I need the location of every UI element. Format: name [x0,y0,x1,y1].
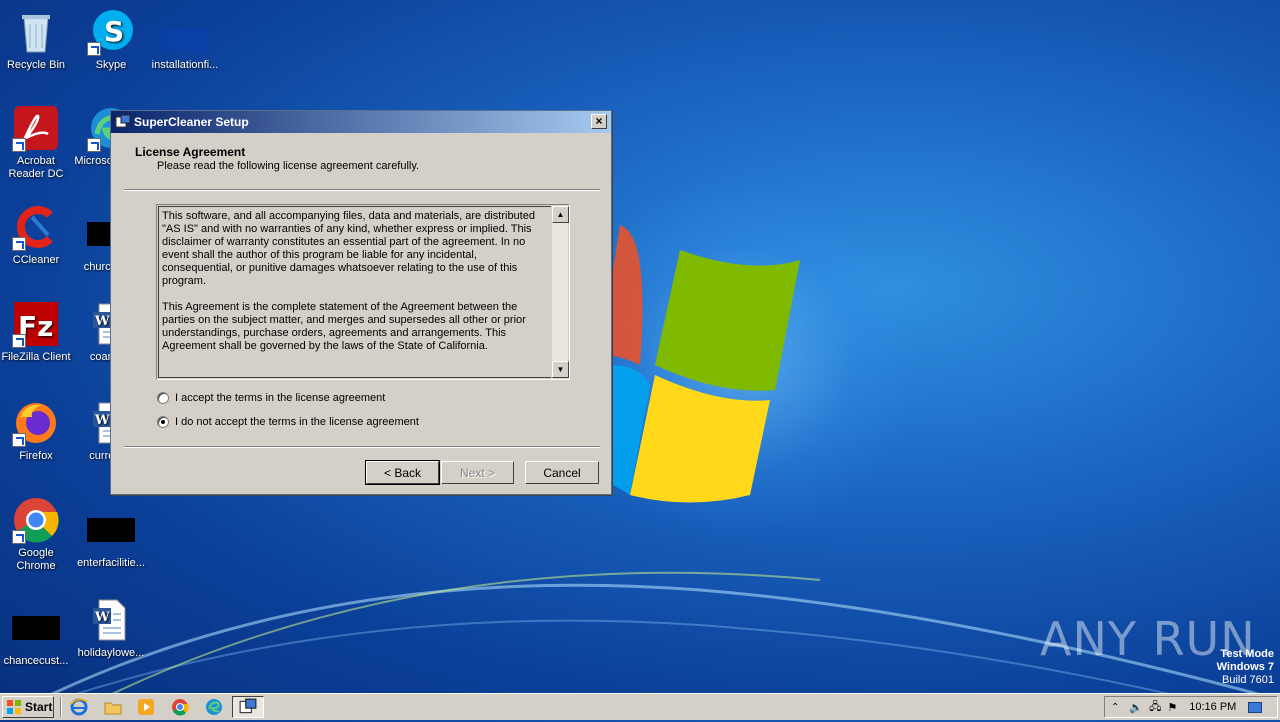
next-button[interactable]: Next > [441,461,514,484]
windows-flag-icon [7,700,21,714]
desktop-icon-label: Recycle Bin [6,59,66,71]
installer-icon [239,698,257,714]
shortcut-arrow-icon [12,334,26,348]
watermark-line: Build 7601 [1222,674,1274,686]
acrobat-icon [12,104,60,152]
svg-text:W: W [94,413,110,428]
license-text: This software, and all accompanying file… [158,206,551,378]
watermark-line: Test Mode [1220,648,1274,660]
network-icon[interactable]: 🖧 [1149,698,1161,717]
shortcut-arrow-icon [12,530,26,544]
ie-icon[interactable] [70,698,88,716]
firefox-icon [12,399,60,447]
close-button[interactable]: × [591,114,607,129]
scroll-down-icon[interactable]: ▼ [552,361,569,378]
header-divider [124,189,600,191]
start-button[interactable]: Start [2,696,54,718]
desktop-icon-chancecust[interactable]: chancecust... [0,604,74,668]
license-paragraph: This Agreement is the complete statement… [162,301,526,352]
setup-dialog: SuperCleaner Setup × License Agreement P… [110,110,612,495]
decline-label[interactable]: I do not accept the terms in the license… [175,416,419,428]
desktop-icon-label: Skype [95,59,127,71]
clock[interactable]: 10:16 PM [1189,701,1236,713]
footer-divider [124,446,600,448]
chrome-taskbar-icon[interactable] [171,698,189,716]
tray-expand-icon[interactable]: ⌃ [1111,702,1119,713]
chrome-icon [12,496,60,544]
desktop-icon-holidaylowe[interactable]: W holidaylowe... [73,596,149,660]
desktop-icon-label: Google Chrome [16,547,56,572]
accept-option[interactable]: I accept the terms in the license agreem… [157,392,385,404]
volume-icon[interactable]: 🔈 [1129,701,1143,714]
shortcut-arrow-icon [87,138,101,152]
word-document-icon: W [87,596,135,644]
desktop-icon-label: Firefox [19,450,53,462]
windows-logo [600,225,800,503]
start-label: Start [25,700,53,714]
shortcut-arrow-icon [12,433,26,447]
dialog-titlebar[interactable]: SuperCleaner Setup [111,111,611,133]
taskbar-setup-task[interactable] [232,696,264,718]
recycle-bin-icon [12,8,60,56]
explorer-folder-icon[interactable] [104,698,122,716]
system-tray: ⌃ 🔈 🖧 ⚑ 10:16 PM [1104,696,1278,718]
ccleaner-icon [12,203,60,251]
back-button[interactable]: < Back [365,460,440,485]
svg-text:S: S [104,15,124,48]
svg-text:W: W [94,610,110,625]
edge-taskbar-icon[interactable] [205,698,223,716]
scroll-up-icon[interactable]: ▲ [552,206,569,223]
installer-icon [115,114,131,128]
redacted-thumbnail [87,518,135,542]
watermark-line: Windows 7 [1216,661,1274,673]
desktop-icon-label: FileZilla Client [1,351,71,363]
redacted-thumbnail [12,616,60,640]
show-desktop-icon[interactable] [1248,701,1263,713]
desktop-icon-enterfacilitie[interactable]: enterfacilitie... [73,506,149,570]
desktop-icon-label: holidaylowe... [77,647,145,659]
desktop-icon-recycle-bin[interactable]: Recycle Bin [0,8,74,72]
filezilla-icon: Fz [12,300,60,348]
taskbar: Start ⌃ 🔈 🖧 ⚑ 10:16 PM [0,693,1280,720]
desktop-icon-installationfi[interactable]: installationfi... [147,8,223,72]
desktop-icon-label: enterfacilitie... [77,557,145,569]
dialog-title: SuperCleaner Setup [134,115,249,129]
license-scrollbar[interactable]: ▲ ▼ [551,206,569,378]
header-title: License Agreement [135,145,246,159]
desktop-icon-chrome[interactable]: Google Chrome [0,496,74,573]
skype-icon: S [87,8,135,56]
shortcut-arrow-icon [12,237,26,251]
dialog-header: License Agreement Please read the follow… [111,133,611,188]
desktop-icon-filezilla[interactable]: Fz FileZilla Client [0,300,74,364]
cancel-button[interactable]: Cancel [525,461,599,484]
desktop-icon-ccleaner[interactable]: CCleaner [0,203,74,267]
media-player-icon[interactable] [137,698,155,716]
desktop-icon-acrobat[interactable]: Acrobat Reader DC [0,104,74,181]
accept-label[interactable]: I accept the terms in the license agreem… [175,392,385,404]
redacted-thumbnail [161,28,209,52]
license-paragraph: This software, and all accompanying file… [162,210,535,287]
svg-text:W: W [94,314,110,329]
test-mode-watermark: Test Mode Windows 7 Build 7601 [1217,648,1274,687]
license-text-box[interactable]: This software, and all accompanying file… [156,204,570,380]
desktop-icon-label: Acrobat Reader DC [8,155,64,180]
taskbar-separator [60,697,62,717]
desktop-icon-label: CCleaner [12,254,60,266]
header-subtitle: Please read the following license agreem… [157,160,420,172]
desktop-icon-firefox[interactable]: Firefox [0,399,74,463]
decline-option[interactable]: I do not accept the terms in the license… [157,416,419,428]
decline-radio[interactable] [157,416,169,428]
shortcut-arrow-icon [87,42,101,56]
desktop-icon-skype[interactable]: S Skype [73,8,149,72]
shortcut-arrow-icon [12,138,26,152]
action-center-flag-icon[interactable]: ⚑ [1167,701,1177,714]
desktop-icon-label: installationfi... [151,59,219,71]
accept-radio[interactable] [157,392,169,404]
desktop-icon-label: chancecust... [3,655,69,667]
